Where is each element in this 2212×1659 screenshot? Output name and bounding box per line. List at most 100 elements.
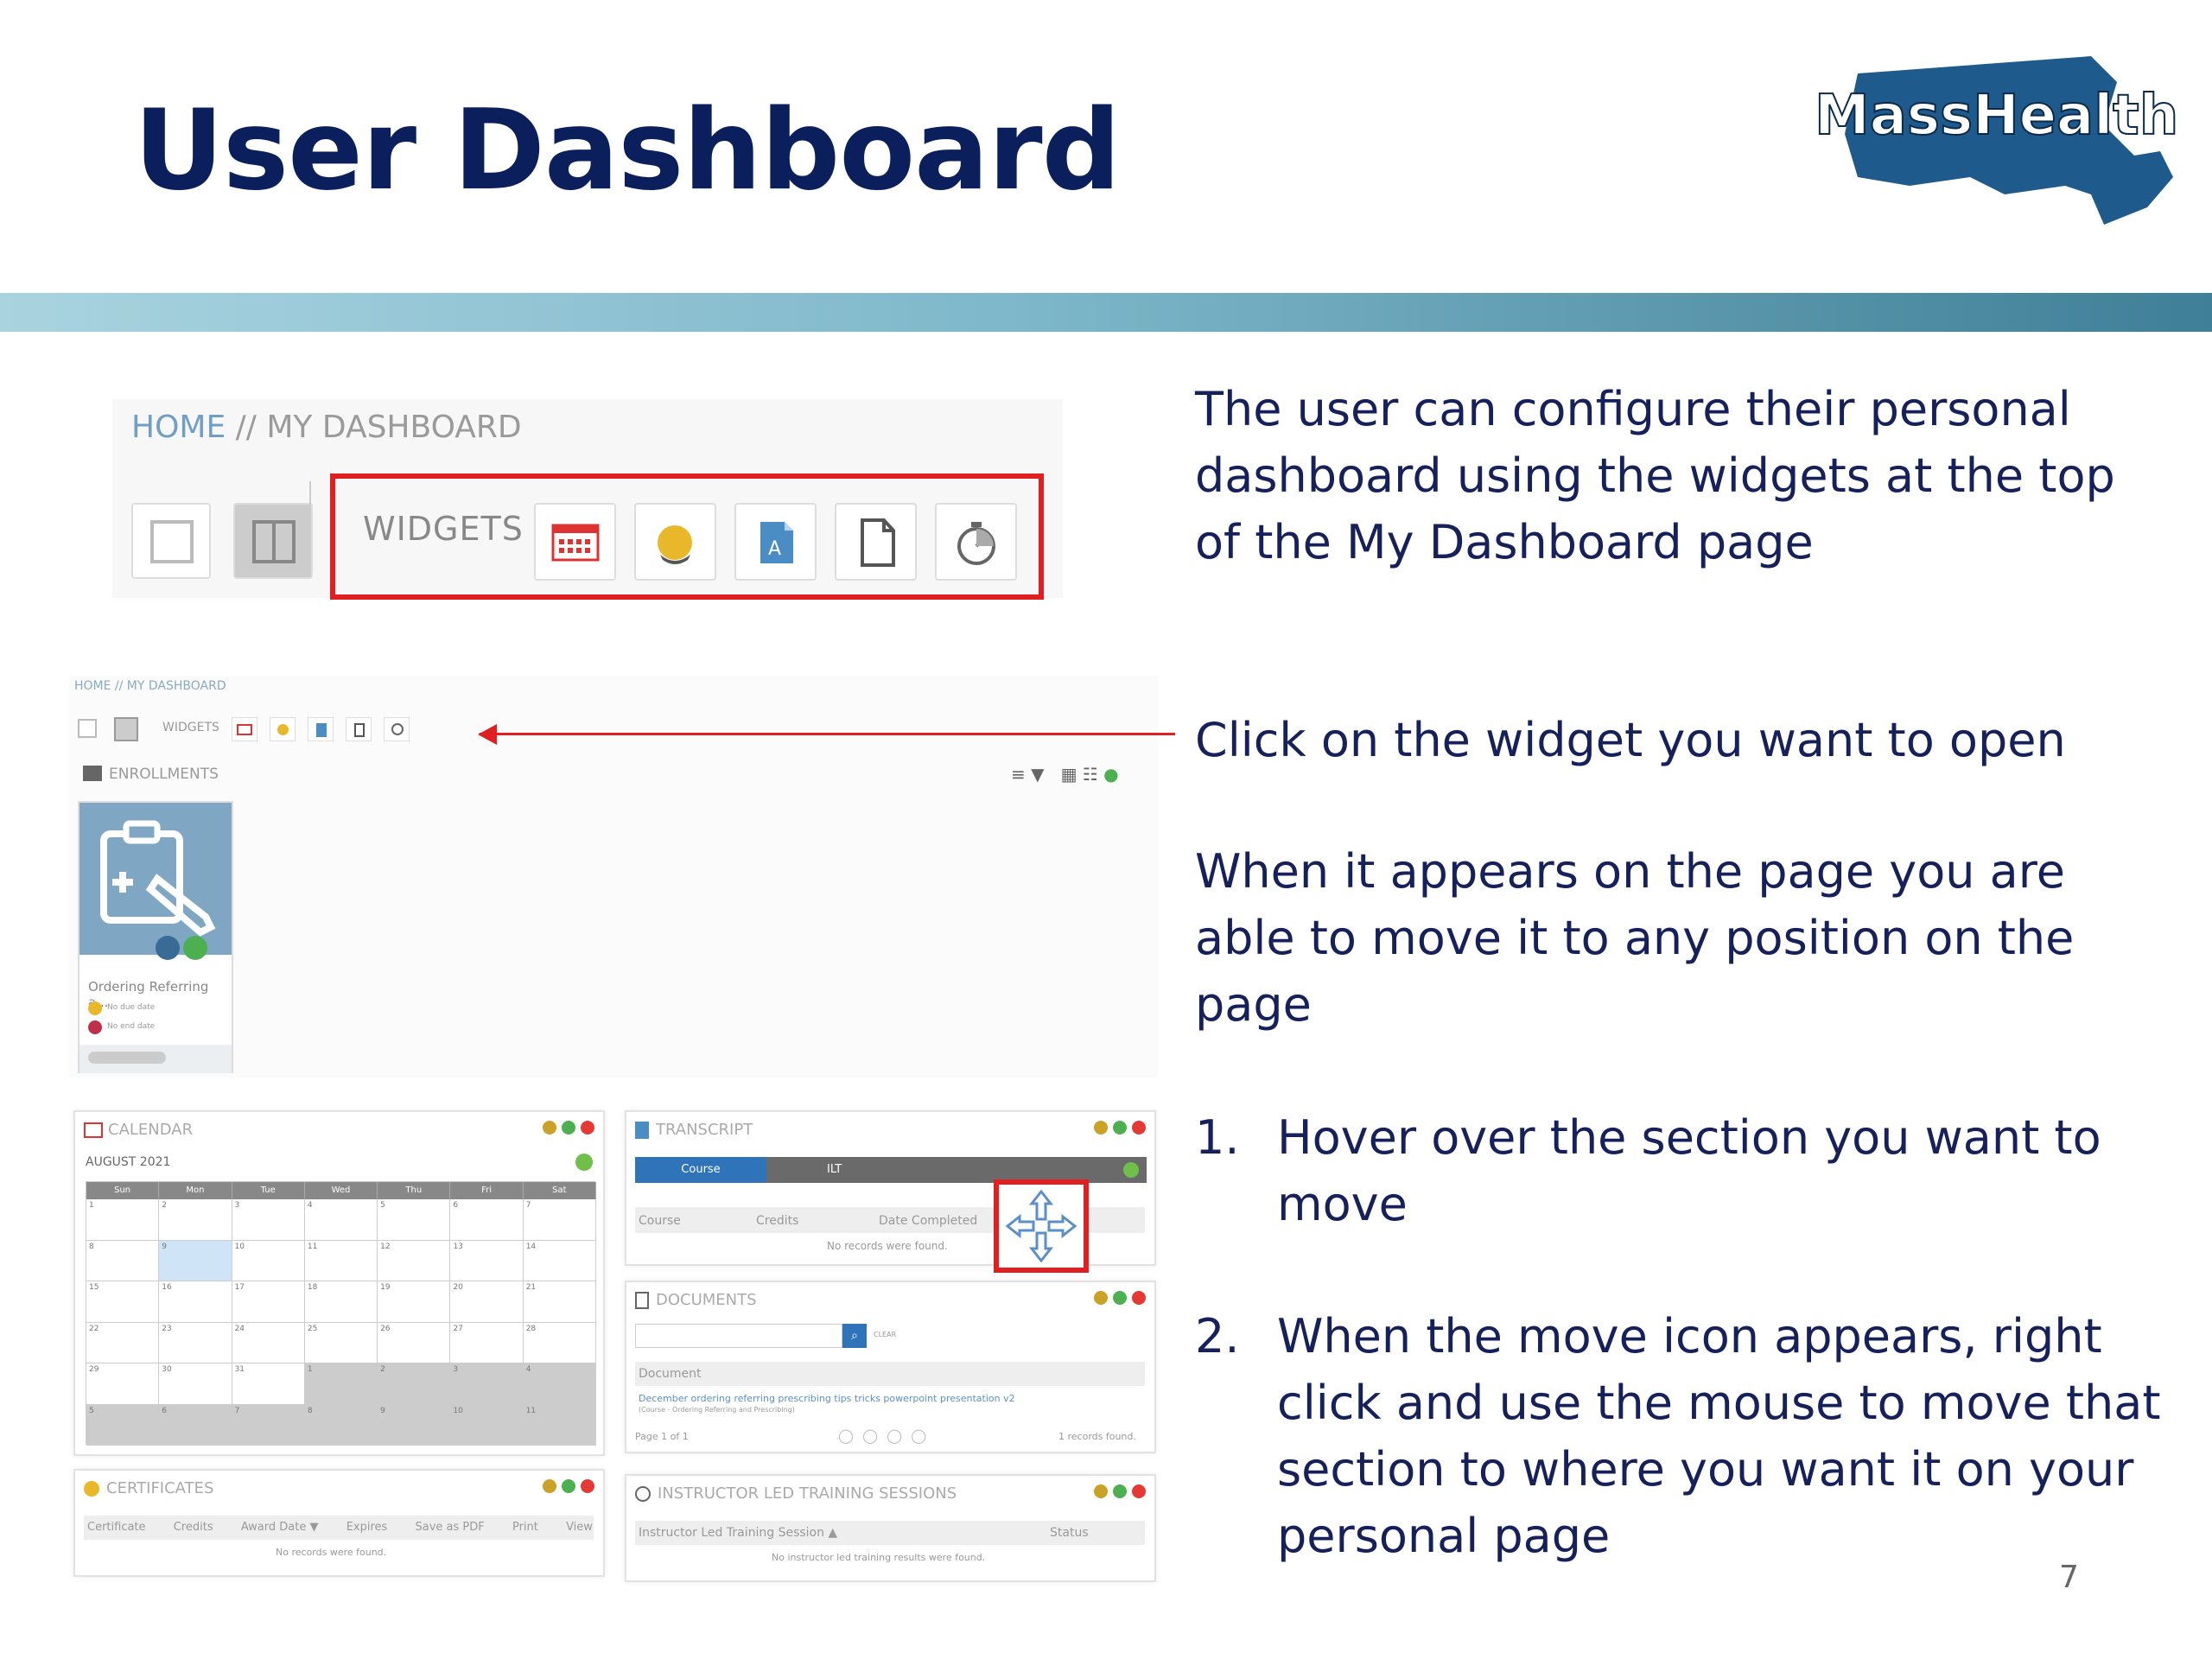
transcript-add-icon[interactable] (1123, 1162, 1139, 1178)
calendar-day-cell[interactable]: 15 (86, 1281, 160, 1323)
calendar-day-cell[interactable]: 10 (450, 1404, 524, 1446)
calendar-day-cell[interactable]: 16 (159, 1281, 232, 1323)
certificates-settings-icon[interactable] (543, 1479, 556, 1493)
mini-single-layout-button[interactable] (78, 719, 97, 738)
mini-transcript-button[interactable] (308, 717, 334, 741)
calendar-day-cell[interactable]: 3 (450, 1363, 524, 1405)
calendar-day-cell[interactable]: 17 (232, 1281, 305, 1323)
enrollments-tools-icon[interactable]: ≡ ▼ ▦ ☷ ● (1011, 764, 1119, 785)
tab-course[interactable]: Course (635, 1157, 766, 1183)
documents-settings-icon[interactable] (1094, 1291, 1108, 1305)
calendar-day-cell[interactable]: 8 (86, 1240, 160, 1281)
calendar-day-cell[interactable]: 25 (304, 1322, 378, 1363)
mini-ilt-button[interactable] (384, 717, 410, 741)
certificates-refresh-icon[interactable] (562, 1479, 575, 1493)
transcript-refresh-icon[interactable] (1113, 1121, 1127, 1135)
calendar-day-cell[interactable]: 8 (304, 1404, 378, 1446)
calendar-day-number: 9 (380, 1406, 385, 1415)
clear-button[interactable]: CLEAR (874, 1331, 896, 1338)
ilt-close-icon[interactable] (1132, 1484, 1146, 1498)
certificates-column-header[interactable]: Credits (174, 1521, 213, 1534)
document-link[interactable]: December ordering referring prescribing … (639, 1393, 1015, 1404)
calendar-day-cell[interactable]: 7 (232, 1404, 305, 1446)
calendar-day-cell[interactable]: 14 (523, 1240, 596, 1281)
calendar-day-cell[interactable]: 10 (232, 1240, 305, 1281)
calendar-day-cell[interactable]: 11 (304, 1240, 378, 1281)
calendar-day-cell[interactable]: 3 (232, 1199, 305, 1241)
calendar-day-cell[interactable]: 27 (450, 1322, 524, 1363)
mini-two-layout-button[interactable] (114, 717, 138, 741)
calendar-day-cell[interactable]: 31 (232, 1363, 305, 1405)
calendar-day-cell[interactable]: 4 (304, 1199, 378, 1241)
calendar-day-cell[interactable]: 20 (450, 1281, 524, 1323)
calendar-day-cell[interactable]: 19 (378, 1281, 451, 1323)
calendar-day-cell[interactable]: 13 (450, 1240, 524, 1281)
calendar-day-cell[interactable]: 11 (523, 1404, 596, 1446)
certificates-column-header[interactable]: Expires (346, 1521, 388, 1534)
documents-refresh-icon[interactable] (1113, 1291, 1127, 1305)
calendar-day-cell[interactable]: 9 (378, 1404, 451, 1446)
calendar-day-cell[interactable]: 4 (523, 1363, 596, 1405)
calendar-day-cell[interactable]: 23 (159, 1322, 232, 1363)
calendar-day-cell[interactable]: 28 (523, 1322, 596, 1363)
two-column-layout-button[interactable] (233, 503, 313, 579)
breadcrumb-home[interactable]: HOME (131, 410, 226, 445)
calendar-day-cell[interactable]: 6 (450, 1199, 524, 1241)
certificates-close-icon[interactable] (581, 1479, 594, 1493)
calendar-widget[interactable]: CALENDAR AUGUST 2021 Sun Mon Tue Wed Thu Fri S… (73, 1110, 605, 1456)
single-column-layout-button[interactable] (131, 503, 211, 579)
calendar-day-cell[interactable]: 5 (86, 1404, 160, 1446)
document-sub: (Course - Ordering Referring and Prescri… (639, 1406, 795, 1414)
play-icon[interactable] (183, 936, 207, 960)
pagination-icon[interactable]: ◯ ◯ ◯ ◯ (838, 1427, 926, 1444)
calendar-add-icon[interactable] (575, 1154, 593, 1171)
calendar-day-cell[interactable]: 1 (86, 1199, 160, 1241)
calendar-day-cell[interactable]: 7 (523, 1199, 596, 1241)
certificates-widget[interactable]: CERTIFICATES Certificate Credits Award Dat… (73, 1469, 605, 1577)
documents-search-input[interactable] (635, 1324, 842, 1348)
click-instruction: Click on the widget you want to open (1195, 713, 2066, 767)
calendar-day-cell[interactable]: 29 (86, 1363, 160, 1405)
certificates-controls (537, 1479, 594, 1497)
enrollment-card[interactable]: Ordering Referring a... No due date No e… (78, 801, 233, 1073)
calendar-day-cell[interactable]: 6 (159, 1404, 232, 1446)
mini-calendar-button[interactable] (232, 717, 257, 741)
calendar-day-cell[interactable]: 30 (159, 1363, 232, 1405)
certificates-column-header[interactable]: Certificate (87, 1521, 146, 1534)
tab-ilt[interactable]: ILT (766, 1157, 1147, 1183)
calendar-day-cell[interactable]: 21 (523, 1281, 596, 1323)
ilt-refresh-icon[interactable] (1113, 1484, 1127, 1498)
move-icon-highlight[interactable] (994, 1179, 1089, 1273)
calendar-settings-icon[interactable] (543, 1121, 556, 1135)
certificates-column-header[interactable]: Award Date ▼ (241, 1521, 319, 1534)
calendar-day-cell[interactable]: 12 (378, 1240, 451, 1281)
calendar-day-cell[interactable]: 2 (159, 1199, 232, 1241)
certificates-column-header[interactable]: Save as PDF (416, 1521, 485, 1534)
calendar-day-cell[interactable]: 1 (304, 1363, 378, 1405)
intro-paragraph: The user can configure their personal da… (1195, 382, 2115, 569)
col-status[interactable]: Status (1050, 1526, 1089, 1540)
calendar-month: AUGUST 2021 (86, 1155, 171, 1169)
calendar-day-cell[interactable]: 9 (159, 1240, 232, 1281)
calendar-day-cell[interactable]: 26 (378, 1322, 451, 1363)
mini-documents-button[interactable] (346, 717, 372, 741)
certificates-column-header[interactable]: View (566, 1521, 593, 1534)
info-icon[interactable] (156, 936, 180, 960)
calendar-day-cell[interactable]: 5 (378, 1199, 451, 1241)
calendar-day-cell[interactable]: 24 (232, 1322, 305, 1363)
certificates-column-header[interactable]: Print (512, 1521, 538, 1534)
calendar-day-cell[interactable]: 18 (304, 1281, 378, 1323)
documents-close-icon[interactable] (1132, 1291, 1146, 1305)
transcript-settings-icon[interactable] (1094, 1121, 1108, 1135)
calendar-close-icon[interactable] (581, 1121, 594, 1135)
ilt-settings-icon[interactable] (1094, 1484, 1108, 1498)
transcript-close-icon[interactable] (1132, 1121, 1146, 1135)
mini-certificates-button[interactable] (270, 717, 296, 741)
calendar-day-cell[interactable]: 22 (86, 1322, 160, 1363)
calendar-day-cell[interactable]: 2 (378, 1363, 451, 1405)
search-icon[interactable]: ⌕ (842, 1324, 867, 1348)
col-ilt-session[interactable]: Instructor Led Training Session ▲ (639, 1526, 837, 1540)
ilt-sessions-widget[interactable]: INSTRUCTOR LED TRAINING SESSIONS Instruc… (625, 1474, 1156, 1582)
documents-widget[interactable]: DOCUMENTS ⌕ CLEAR Document December orde… (625, 1281, 1156, 1453)
calendar-refresh-icon[interactable] (562, 1121, 575, 1135)
